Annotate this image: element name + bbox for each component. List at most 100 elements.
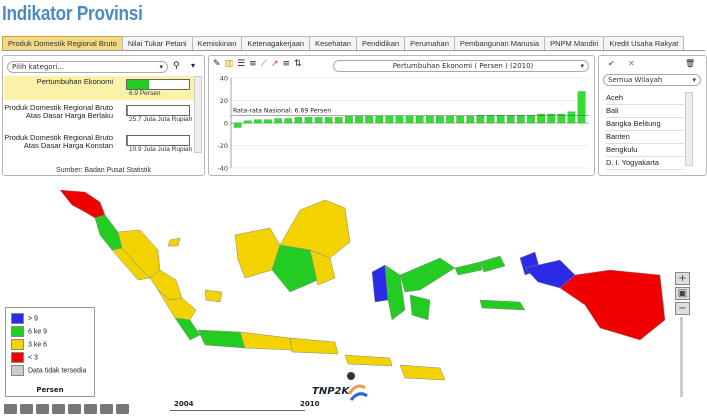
settings-icon[interactable] — [68, 404, 81, 414]
tab-kesehatan[interactable]: Kesehatan — [309, 36, 357, 50]
chart-bar — [254, 119, 262, 124]
indicator-item[interactable]: Pertumbuhan Ekonomi 6.9 Persen — [5, 78, 193, 102]
chart-bar — [355, 116, 363, 124]
legend-swatch — [11, 326, 24, 337]
zoom-fit-button[interactable]: ▣ — [675, 287, 690, 300]
line-chart-icon[interactable]: ⟋ — [261, 59, 271, 69]
share-icon[interactable] — [52, 404, 65, 414]
tab-kredit-usaha-rakyat[interactable]: Kredit Usaha Rakyat — [603, 36, 685, 50]
chart-bar — [334, 117, 343, 124]
zoom-controls: + ▣ − — [675, 272, 690, 397]
logo-swirl-icon — [347, 384, 368, 401]
trend-chart-icon[interactable]: ↗ — [271, 59, 283, 69]
indicator-panel: Pilih kategori... ▾ ⚲ ▾ Pertumbuhan Ekon… — [2, 55, 205, 176]
indicator-item[interactable]: Produk Domestik Regional Bruto Atas Dasa… — [4, 103, 193, 128]
province-sulsel — [384, 264, 406, 321]
logo-dot — [347, 372, 355, 380]
clear-icon[interactable]: ✕ — [628, 59, 635, 68]
search-icon[interactable]: ⚲ — [173, 61, 180, 71]
chart-panel: ✎▥☰≡⟋↗≡⇅ Pertumbuhan Ekonomi ( Persen ) … — [208, 55, 595, 176]
indicator-bar-fill — [127, 106, 129, 115]
region-item[interactable]: D. I. Yogyakarta — [606, 157, 684, 170]
region-item[interactable]: Banten — [606, 131, 684, 144]
menu-icon[interactable]: ≡ — [283, 59, 295, 69]
province-gorontalo — [454, 261, 483, 276]
zoom-slider[interactable] — [680, 317, 683, 397]
tab-pnpm-mandiri[interactable]: PNPM Mandiri — [544, 36, 605, 50]
indicator-scrollbar[interactable] — [194, 76, 202, 153]
region-filter-select[interactable]: Semua Wilayah ▾ — [603, 74, 701, 86]
chart-bar — [415, 116, 424, 124]
tab-pembangunan-manusia[interactable]: Pembangunan Manusia — [453, 36, 546, 50]
y-tick-label: 0 — [224, 120, 228, 128]
region-item[interactable]: Aceh — [606, 92, 684, 105]
tab-perumahan[interactable]: Perumahan — [404, 36, 455, 50]
timeline[interactable]: 2004 2010 — [160, 400, 319, 412]
indicator-item[interactable]: Produk Domestik Regional Bruto Atas Dasa… — [4, 134, 193, 158]
map-toolbar — [4, 404, 132, 415]
filter-icon[interactable]: ▾ — [191, 61, 195, 70]
chevron-down-icon: ▾ — [580, 62, 584, 70]
category-select[interactable]: Pilih kategori... ▾ — [7, 61, 168, 73]
tnp2k-logo: TNP2K — [312, 372, 372, 408]
province-lampung — [174, 317, 201, 341]
region-item[interactable]: Bali — [606, 105, 684, 118]
align-icon[interactable]: ≡ — [249, 59, 261, 69]
legend-swatch — [11, 339, 24, 350]
check-icon[interactable]: ✔ — [608, 59, 615, 68]
chart-select-text: Pertumbuhan Ekonomi ( Persen ) (2010) — [392, 62, 534, 70]
chart-icon[interactable] — [116, 404, 129, 414]
indicator-value: 25.7 Juta Juta Rupiah — [129, 116, 193, 123]
legend-title: Persen — [36, 386, 64, 394]
chart-bar — [405, 116, 414, 124]
list-icon[interactable] — [100, 404, 113, 414]
tool-icon[interactable]: ✎ — [213, 59, 225, 69]
globe-icon[interactable] — [4, 404, 17, 414]
indicator-label: Pertumbuhan Ekonomi — [36, 77, 113, 86]
tab-ketenagakerjaan[interactable]: Ketenagakerjaan — [241, 36, 311, 50]
province-java-east — [289, 337, 339, 355]
timeline-start: 2004 — [174, 400, 194, 408]
region-item[interactable]: Bengkulu — [606, 144, 684, 157]
horizontal-bar-icon[interactable]: ☰ — [237, 59, 249, 69]
chart-bar — [284, 118, 293, 124]
timeline-track[interactable] — [170, 410, 305, 411]
zoom-out-button[interactable]: − — [675, 302, 690, 315]
tab-pendidikan[interactable]: Pendidikan — [355, 36, 406, 50]
chart-bar — [446, 116, 454, 124]
tab-produk-domestik-regional-bruto[interactable]: Produk Domestik Regional Bruto — [2, 36, 123, 50]
region-scrollbar[interactable] — [685, 92, 693, 166]
legend-item: 6 ke 9 — [11, 326, 47, 337]
chart-bar — [395, 116, 404, 124]
province-papua — [559, 269, 666, 341]
province-ntt — [399, 364, 446, 381]
chart-bar — [324, 117, 333, 124]
region-item[interactable]: Bangka Belitung — [606, 118, 684, 131]
legend-label: > 9 — [28, 315, 38, 323]
table-icon[interactable] — [84, 404, 97, 414]
tab-nilai-tukar-petani[interactable]: Nilai Tukar Petani — [121, 36, 193, 50]
legend-label: Data tidak tersedia — [28, 367, 87, 375]
chart-bar — [456, 116, 464, 124]
legend-swatch — [11, 365, 24, 376]
chart-bar — [466, 116, 475, 124]
indicator-value: 10.9 Juta Juta Rupiah — [129, 146, 193, 153]
zoom-in-button[interactable]: + — [675, 272, 690, 285]
province-java-west — [197, 329, 246, 349]
chart-bar — [294, 117, 303, 124]
indicator-label: Produk Domestik Regional Bruto Atas Dasa… — [4, 103, 113, 120]
tab-kemiskinan[interactable]: Kemiskinan — [191, 36, 243, 50]
chart-bar — [506, 114, 515, 124]
sort-icon[interactable]: ⇅ — [294, 59, 306, 69]
chart-indicator-select[interactable]: Pertumbuhan Ekonomi ( Persen ) (2010) ▾ — [333, 60, 589, 72]
download-icon[interactable] — [36, 404, 49, 414]
trash-icon[interactable]: 🗑 — [685, 59, 695, 68]
eye-icon[interactable] — [20, 404, 33, 414]
legend-label: < 3 — [28, 354, 38, 362]
province-aceh — [59, 189, 106, 219]
chart-bar — [577, 91, 586, 124]
indicator-bar-fill — [127, 136, 129, 145]
region-panel: ✔ ✕ 🗑 Semua Wilayah ▾ Aceh Bali Bangka Bel… — [598, 55, 707, 176]
bar-chart-icon[interactable]: ▥ — [225, 59, 238, 69]
legend-swatch — [11, 313, 24, 324]
